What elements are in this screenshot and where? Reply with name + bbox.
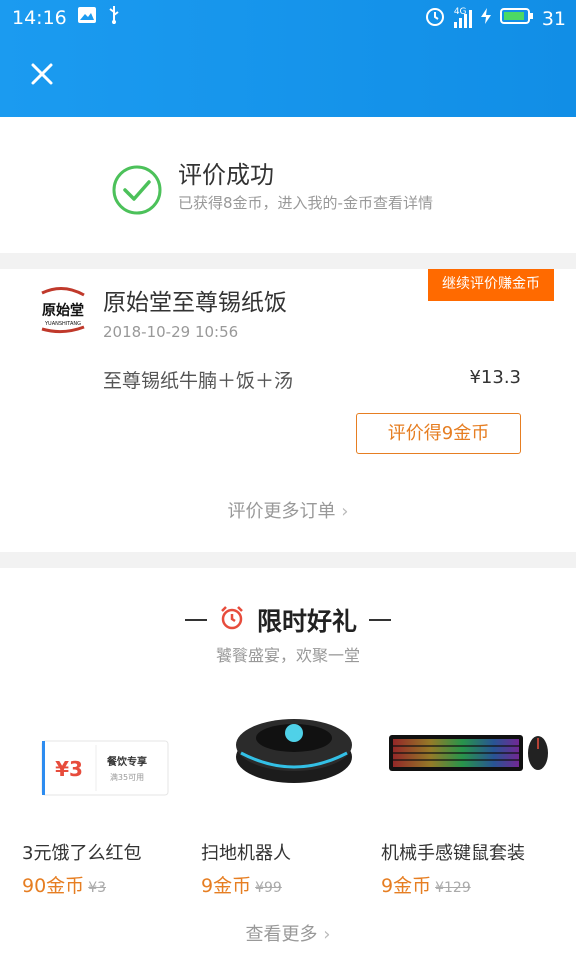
gift-name: 扫地机器人 (201, 843, 291, 864)
success-title: 评价成功 (178, 161, 274, 189)
promo-ribbon: 继续评价赚金币 (428, 269, 554, 305)
gifts-heading: 限时好礼 (0, 602, 576, 638)
header-bar: 14:16 4G 31 (0, 0, 576, 117)
status-time: 14:16 (12, 6, 67, 29)
success-check-icon (112, 165, 162, 215)
chevron-right-icon: › (323, 924, 331, 945)
alarm-clock-icon (219, 605, 245, 635)
coupon-image: ¥3 餐饮专享 满35可用 (22, 695, 202, 830)
order-card: 原始堂 YUANSHITANG 原始堂至尊锡纸饭 2018-10-29 10:5… (0, 269, 576, 552)
heading-dash-left (184, 619, 207, 621)
more-orders-link[interactable]: 评价更多订单 › (0, 497, 576, 523)
alarm-icon (424, 5, 446, 32)
see-more-label: 查看更多 (245, 924, 318, 945)
gift-price: 9金币 ¥129 (381, 875, 471, 897)
signal-icon: 4G (453, 7, 472, 28)
heading-dash-right (369, 619, 391, 621)
image-icon (77, 6, 97, 29)
gift-card-coupon[interactable]: ¥3 餐饮专享 满35可用 3元饿了么红包 90金币 ¥3 (22, 695, 202, 897)
chevron-right-icon: › (341, 501, 349, 522)
usb-icon (107, 5, 121, 30)
gift-price: 90金币 ¥3 (22, 875, 107, 897)
battery-icon (499, 7, 534, 30)
order-item-name: 至尊锡纸牛腩＋饭＋汤 (103, 370, 294, 392)
review-button[interactable]: 评价得9金币 (356, 413, 521, 454)
status-bar: 14:16 4G 31 (0, 0, 576, 34)
more-orders-label: 评价更多订单 (227, 501, 336, 522)
close-button[interactable] (26, 58, 58, 90)
gifts-title: 限时好礼 (256, 607, 357, 636)
shop-name[interactable]: 原始堂至尊锡纸饭 (103, 283, 287, 317)
see-more-link[interactable]: 查看更多 › (0, 920, 576, 946)
svg-text:满35可用: 满35可用 (110, 772, 144, 782)
robot-vacuum-image (201, 695, 381, 830)
shop-logo: 原始堂 YUANSHITANG (38, 285, 88, 335)
svg-text:原始堂: 原始堂 (42, 302, 84, 319)
svg-text:餐饮专享: 餐饮专享 (106, 755, 147, 768)
success-panel: 评价成功 已获得8金币，进入我的-金币查看详情 (0, 117, 576, 253)
gift-name: 机械手感键鼠套装 (381, 843, 525, 864)
charging-icon (480, 7, 492, 30)
svg-text:YUANSHITANG: YUANSHITANG (44, 321, 81, 327)
gift-card-keyboard[interactable]: 机械手感键鼠套装 9金币 ¥129 (381, 695, 561, 897)
svg-text:¥3: ¥3 (55, 757, 83, 781)
close-icon (31, 63, 53, 85)
gifts-subtitle: 饕餮盛宴，欢聚一堂 (215, 646, 360, 665)
order-time: 2018-10-29 10:56 (103, 323, 239, 341)
battery-level: 31 (541, 7, 566, 30)
order-item-price: ¥13.3 (469, 367, 521, 388)
gift-price: 9金币 ¥99 (201, 875, 282, 897)
gift-card-robot-vacuum[interactable]: 扫地机器人 9金币 ¥99 (201, 695, 381, 897)
success-subtitle: 已获得8金币，进入我的-金币查看详情 (178, 194, 433, 212)
keyboard-image (381, 695, 561, 830)
gifts-section: 限时好礼 饕餮盛宴，欢聚一堂 ¥3 餐饮专享 满35可用 3元饿了么红包 90金… (0, 568, 576, 960)
gift-name: 3元饿了么红包 (22, 843, 142, 864)
